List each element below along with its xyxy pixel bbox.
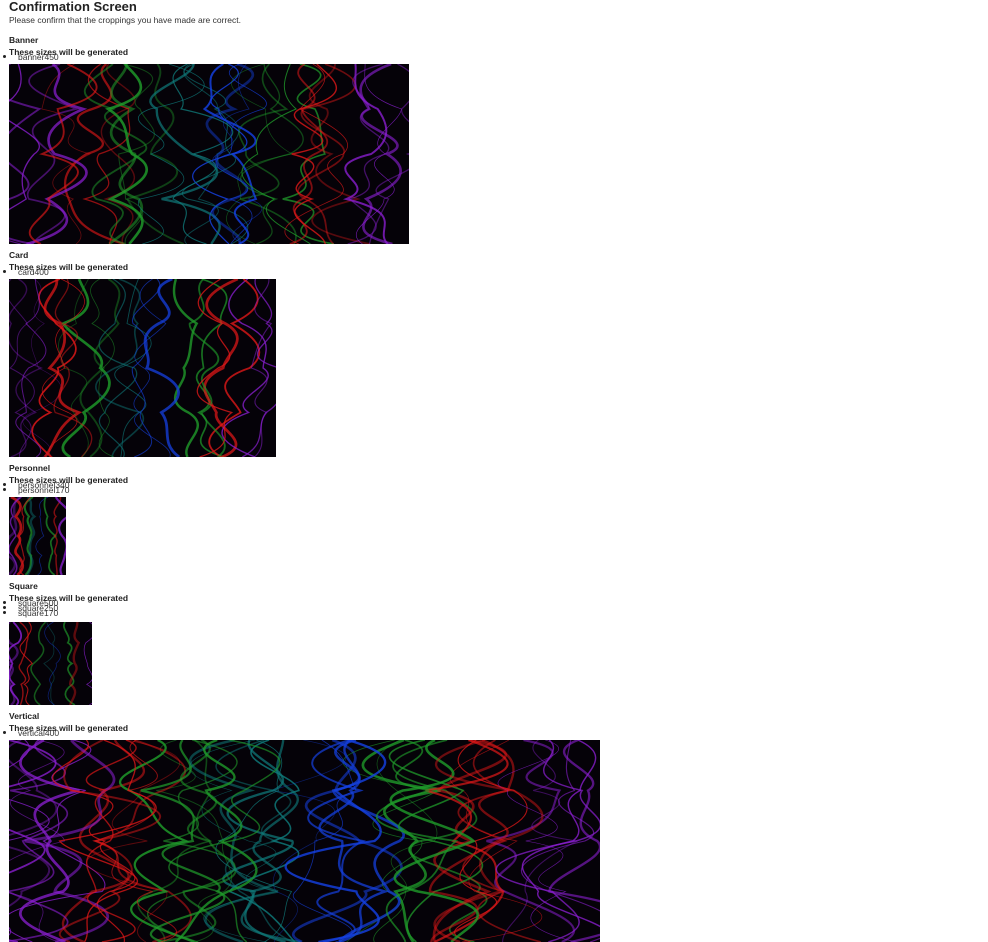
- size-label: banner450: [18, 52, 59, 62]
- vertical-preview-image: [9, 740, 600, 942]
- section-title-card: Card: [9, 250, 29, 260]
- square-preview-image: [9, 622, 92, 705]
- bullet-icon: [3, 606, 6, 609]
- preview-background: [9, 64, 409, 244]
- banner-preview-image: [9, 64, 409, 244]
- size-item: personnel170: [3, 485, 70, 495]
- size-list-banner: banner450: [3, 52, 59, 62]
- size-label: card400: [18, 267, 49, 277]
- card-preview-image: [9, 279, 276, 457]
- bullet-icon: [3, 601, 6, 604]
- size-label: personnel170: [18, 485, 70, 495]
- bullet-icon: [3, 270, 6, 273]
- bullet-icon: [3, 55, 6, 58]
- square-crop-preview: [9, 622, 92, 705]
- banner-crop-preview: [9, 64, 409, 244]
- bullet-icon: [3, 731, 6, 734]
- bullet-icon: [3, 483, 6, 486]
- section-title-square: Square: [9, 581, 38, 591]
- personnel-crop-preview: [9, 497, 66, 575]
- size-item: banner450: [3, 52, 59, 62]
- page-subtitle: Please confirm that the croppings you ha…: [9, 15, 241, 25]
- bullet-icon: [3, 488, 6, 491]
- page-title: Confirmation Screen: [9, 0, 137, 14]
- section-title-vertical: Vertical: [9, 711, 40, 721]
- size-item: square170: [3, 608, 59, 618]
- size-label: square170: [18, 608, 59, 618]
- size-list-personnel: personnel340 personnel170: [3, 481, 70, 495]
- size-item: card400: [3, 267, 49, 277]
- section-title-banner: Banner: [9, 35, 39, 45]
- size-list-card: card400: [3, 267, 49, 277]
- vertical-crop-preview: [9, 740, 600, 942]
- size-list-square: square500 square250 square170: [3, 599, 59, 618]
- personnel-preview-image: [9, 497, 66, 575]
- size-label: vertical400: [18, 728, 60, 738]
- size-item: vertical400: [3, 728, 60, 738]
- bullet-icon: [3, 611, 6, 614]
- section-title-personnel: Personnel: [9, 463, 51, 473]
- size-list-vertical: vertical400: [3, 728, 60, 738]
- card-crop-preview: [9, 279, 276, 457]
